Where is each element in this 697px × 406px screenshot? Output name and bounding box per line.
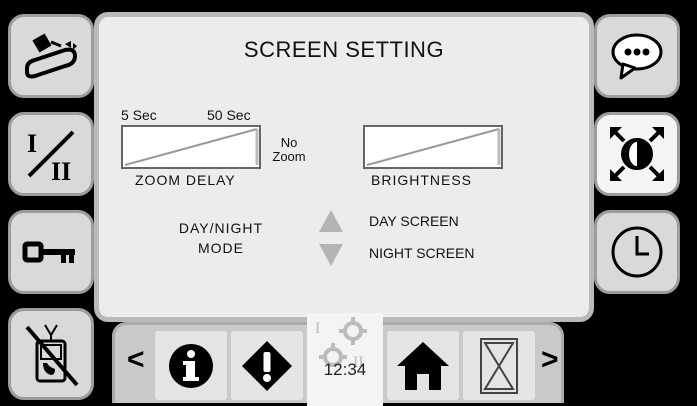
day-night-line2: MODE	[198, 240, 244, 256]
calibrate-icon	[25, 33, 78, 79]
night-screen-label[interactable]: NIGHT SCREEN	[369, 245, 475, 261]
svg-text:II: II	[51, 157, 71, 184]
next-page-button[interactable]: >	[541, 343, 559, 377]
brightness-ramp	[366, 128, 501, 166]
shift-i-ii-button[interactable]: I II	[8, 112, 94, 196]
bottom-nav-bar: < I II 12:34 >	[112, 313, 564, 406]
settings-clock-tab[interactable]: I II 12:34	[307, 313, 383, 406]
clock-button[interactable]	[594, 210, 680, 294]
night-screen-arrow-icon[interactable]	[318, 243, 344, 267]
contrast-zoom-button[interactable]	[594, 112, 680, 196]
hourglass-icon	[480, 337, 518, 394]
contrast-zoom-icon	[610, 127, 664, 181]
brightness-label: BRIGHTNESS	[371, 172, 473, 188]
zoom-delay-min-label: 5 Sec	[121, 107, 157, 123]
svg-text:I: I	[27, 129, 37, 158]
clock-time: 12:34	[323, 360, 367, 379]
clock-icon	[611, 226, 663, 278]
no-zoom-line2: Zoom	[272, 149, 306, 164]
phone-button[interactable]	[8, 308, 94, 400]
key-button[interactable]	[8, 210, 94, 294]
key-icon	[22, 241, 75, 263]
info-icon	[169, 343, 213, 388]
info-button[interactable]	[155, 331, 227, 400]
no-zoom-line1: No	[280, 135, 298, 150]
prev-page-button[interactable]: <	[127, 343, 145, 377]
zoom-delay-label: ZOOM DELAY	[135, 172, 236, 188]
shift-i-ii-icon: I II	[27, 129, 75, 184]
zoom-delay-max-label: 50 Sec	[207, 107, 251, 123]
page-title: SCREEN SETTING	[243, 37, 445, 62]
brightness-slider[interactable]	[363, 125, 503, 169]
warning-icon	[242, 340, 292, 391]
message-button[interactable]	[594, 14, 680, 98]
svg-text:I: I	[315, 320, 320, 337]
day-night-line1: DAY/NIGHT	[178, 220, 264, 236]
day-screen-label[interactable]: DAY SCREEN	[369, 213, 459, 229]
zoom-delay-slider[interactable]	[121, 125, 261, 169]
day-screen-arrow-icon[interactable]	[318, 209, 344, 233]
timer-button[interactable]	[463, 331, 535, 400]
home-icon	[397, 341, 449, 390]
zoom-delay-ramp	[124, 128, 259, 166]
message-icon	[611, 33, 663, 80]
screen-setting-panel: SCREEN SETTING 5 Sec 50 Sec No Zoom ZOOM…	[94, 12, 594, 322]
calibrate-button[interactable]	[8, 14, 94, 98]
day-night-mode-label: DAY/NIGHT MODE	[161, 218, 281, 258]
warning-button[interactable]	[231, 331, 303, 400]
home-button[interactable]	[387, 331, 459, 400]
no-phone-icon	[25, 324, 79, 387]
no-zoom-label: No Zoom	[269, 136, 309, 164]
